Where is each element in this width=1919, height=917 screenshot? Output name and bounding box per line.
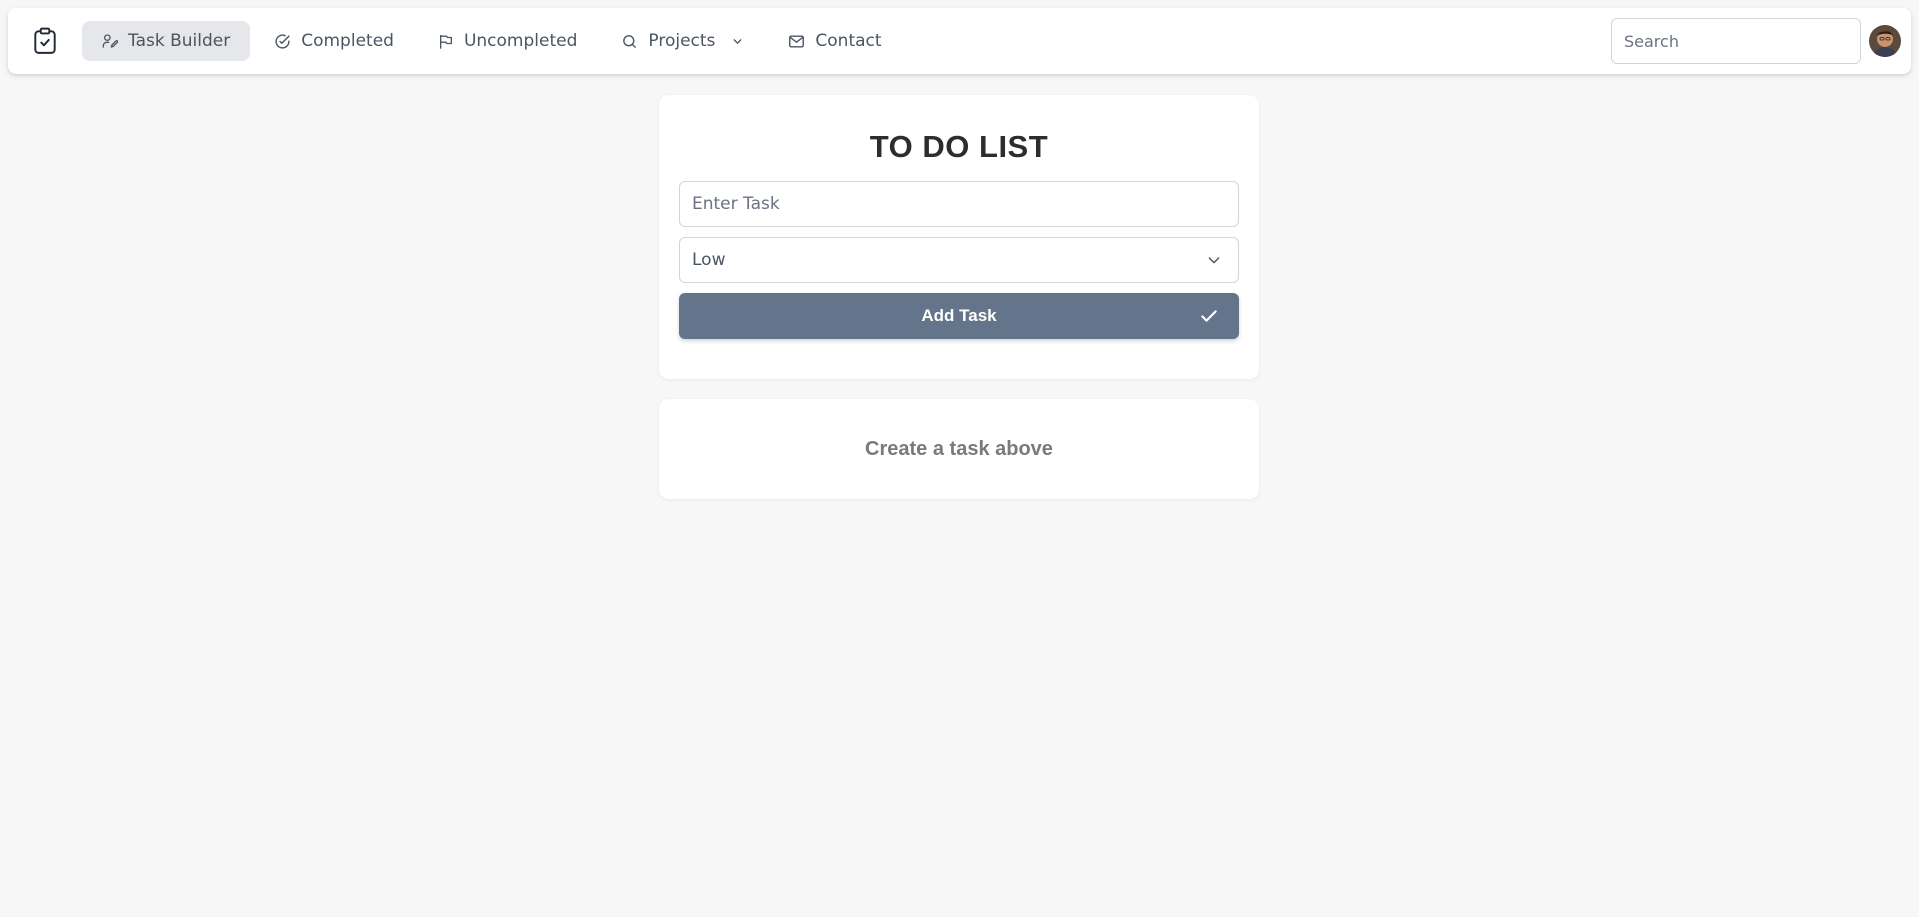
empty-state-message: Create a task above — [865, 437, 1053, 460]
signature-icon — [102, 34, 118, 48]
mail-icon — [789, 34, 805, 48]
top-navbar: Task Builder Completed Uncompleted Proje… — [8, 8, 1911, 74]
nav-menu: Task Builder Completed Uncompleted Proje… — [82, 21, 902, 61]
todo-form-card: TO DO LIST Low Add Task — [659, 95, 1259, 379]
priority-select[interactable]: Low — [679, 237, 1239, 283]
page-title: TO DO LIST — [869, 129, 1049, 164]
search-input[interactable] — [1611, 18, 1861, 64]
check-circle-icon — [275, 33, 290, 49]
add-task-button[interactable]: Add Task — [679, 293, 1239, 339]
chevron-down-icon — [734, 38, 742, 44]
task-input[interactable] — [679, 181, 1239, 227]
nav-item-label: Completed — [301, 31, 394, 51]
nav-item-label: Task Builder — [128, 31, 231, 51]
nav-item-label: Projects — [648, 31, 716, 51]
nav-item-task-builder[interactable]: Task Builder — [82, 21, 251, 61]
priority-selected-value: Low — [692, 250, 726, 270]
nav-item-label: Uncompleted — [463, 31, 578, 51]
add-task-label: Add Task — [921, 306, 997, 325]
nav-item-label: Contact — [815, 31, 882, 51]
flag-icon — [439, 34, 452, 49]
avatar[interactable] — [1869, 25, 1901, 57]
nav-item-projects[interactable]: Projects — [601, 21, 764, 61]
chevron-down-icon — [1208, 257, 1220, 264]
empty-state-card: Create a task above — [659, 399, 1259, 499]
nav-item-completed[interactable]: Completed — [254, 21, 414, 61]
nav-item-contact[interactable]: Contact — [768, 21, 901, 61]
clipboard-check-icon[interactable] — [24, 20, 66, 62]
check-icon — [1201, 310, 1217, 322]
nav-item-uncompleted[interactable]: Uncompleted — [418, 21, 597, 61]
nav-right — [1611, 18, 1901, 64]
search-icon — [623, 34, 637, 48]
